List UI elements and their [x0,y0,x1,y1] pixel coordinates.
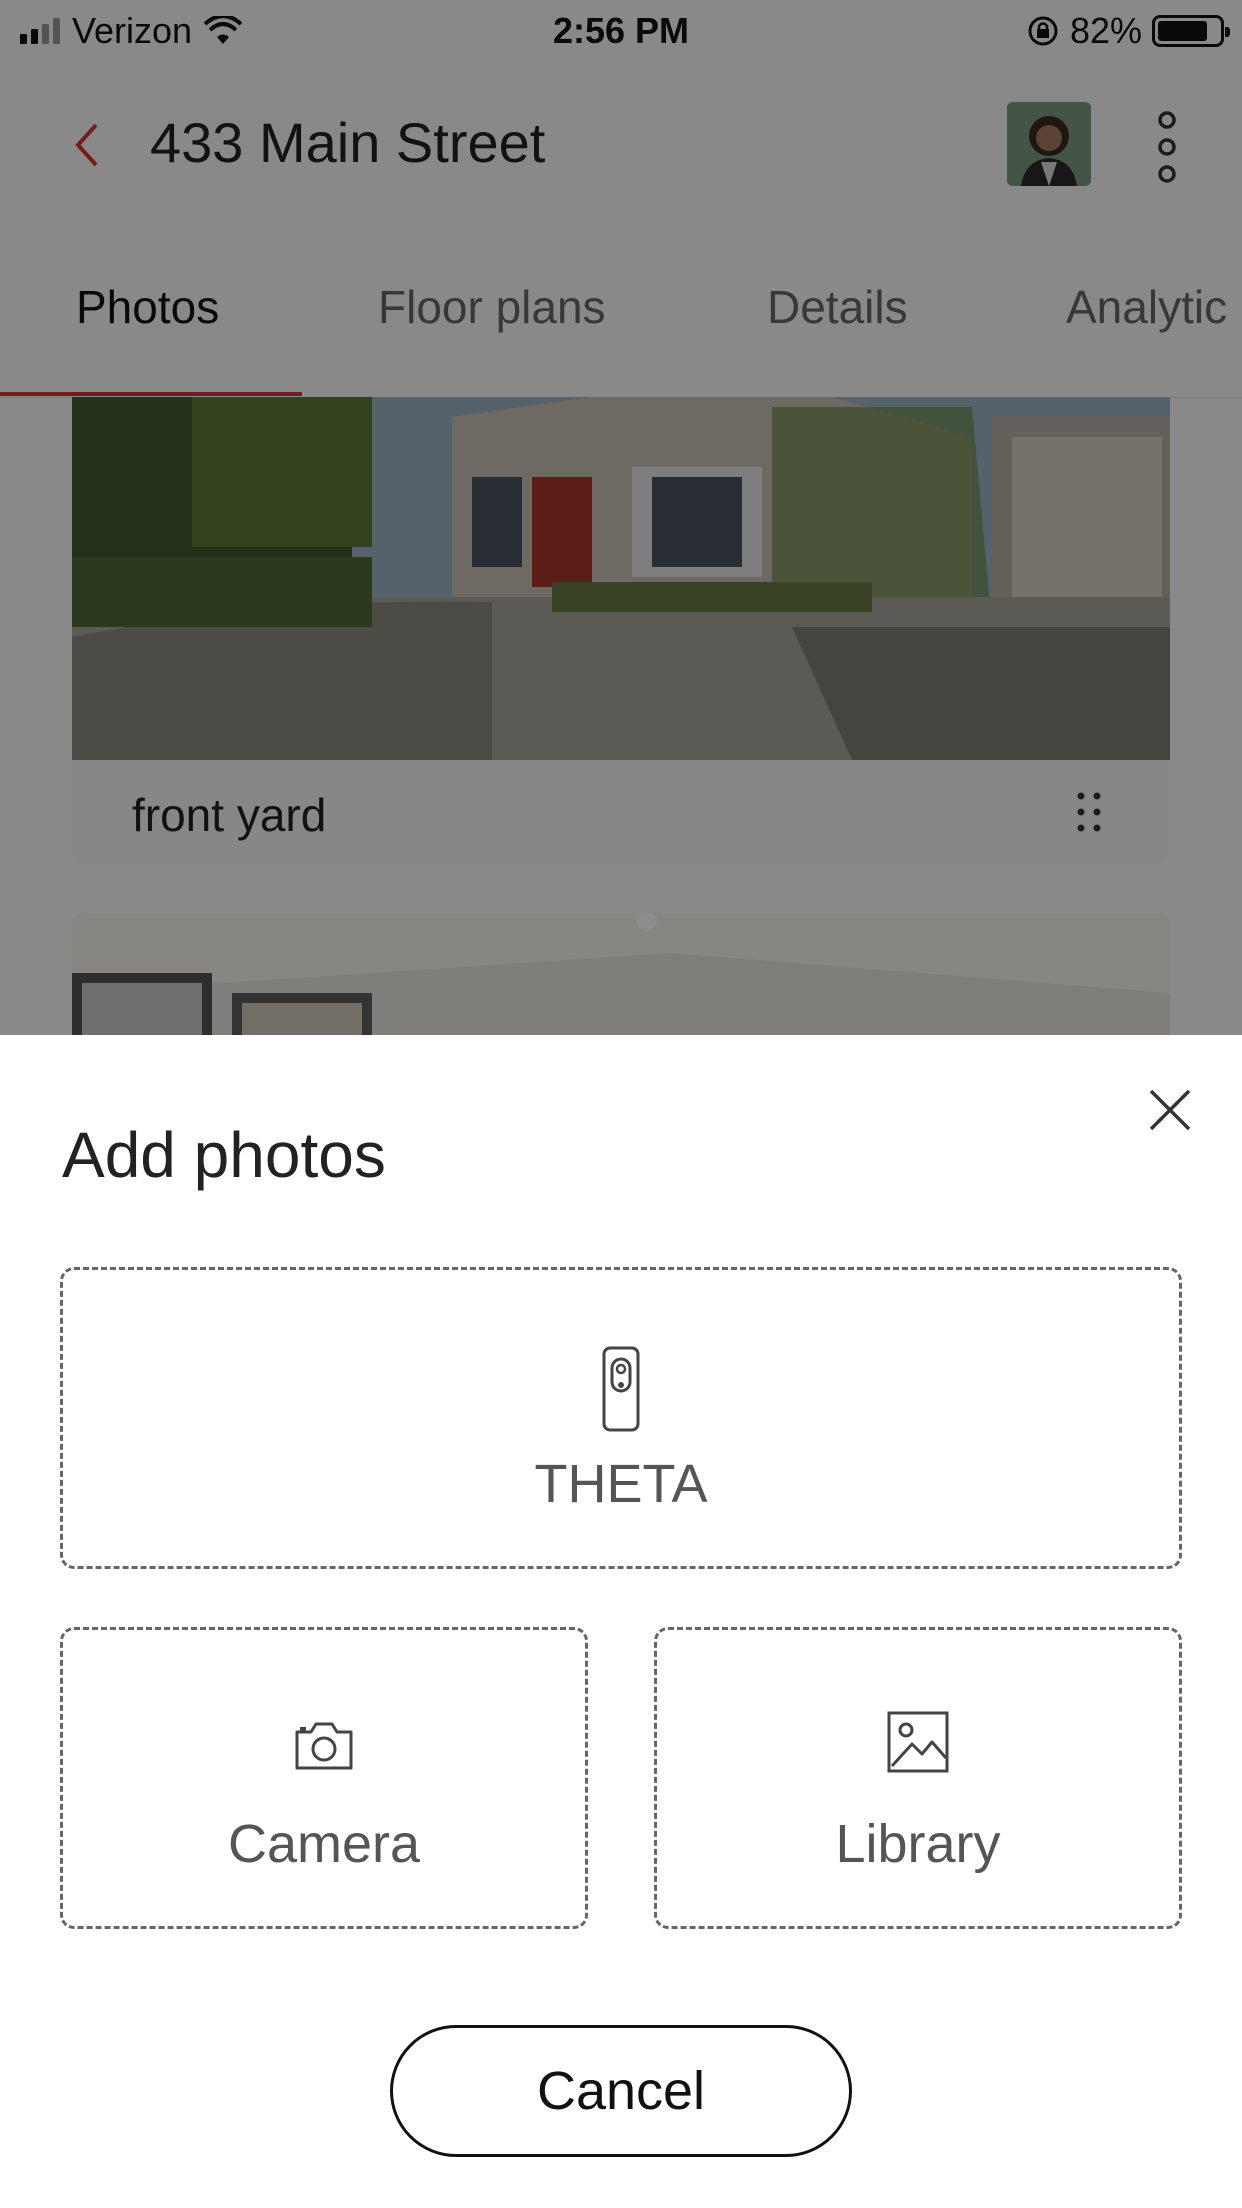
theta-camera-icon [602,1346,640,1432]
camera-option-button[interactable]: Camera [60,1627,588,1929]
library-option-button[interactable]: Library [654,1627,1182,1929]
close-icon[interactable] [1145,1085,1195,1135]
image-icon [887,1711,949,1773]
add-photos-sheet: Add photos THETA Camera Library Cancel [0,1035,1242,2208]
camera-option-label: Camera [227,1814,421,1874]
sheet-title: Add photos [62,1119,386,1191]
library-option-label: Library [835,1814,1001,1874]
cancel-button[interactable]: Cancel [390,2025,852,2157]
theta-option-label: THETA [534,1454,708,1514]
camera-icon [295,1722,353,1770]
theta-option-button[interactable]: THETA [60,1267,1182,1569]
dim-overlay[interactable] [0,0,1242,1035]
